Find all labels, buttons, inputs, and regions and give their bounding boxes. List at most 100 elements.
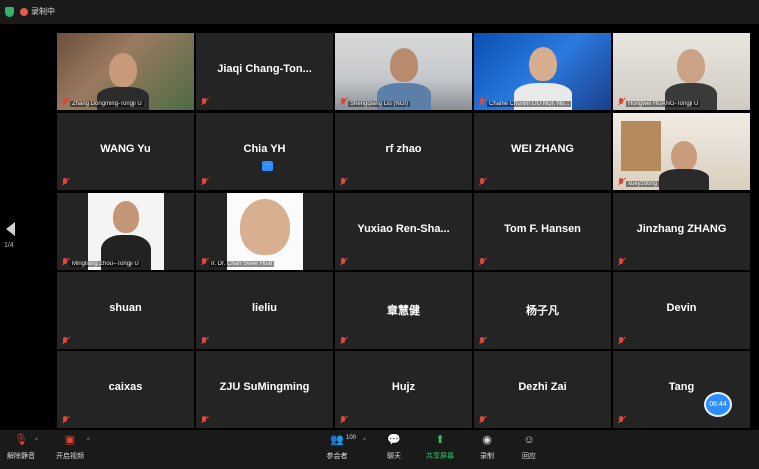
mic-muted-icon (339, 258, 347, 266)
page-nav[interactable]: 1/4 (4, 222, 18, 256)
participant-tile[interactable]: xueyzdong (613, 113, 750, 190)
mic-muted-icon (478, 337, 486, 345)
participant-tile[interactable]: Jiaqi Chang-Ton... (196, 33, 333, 110)
participant-tile[interactable]: ZJU SuMingming (196, 351, 333, 428)
participant-tile[interactable]: caixas (57, 351, 194, 428)
participant-tile[interactable]: Ir. Dr. Chan Swee Huat (196, 193, 333, 270)
participant-tile[interactable]: Jinzhang ZHANG (613, 193, 750, 270)
participant-name: Shengqiang Liu (NGI) (348, 101, 411, 107)
participant-tile[interactable]: rf zhao (335, 113, 472, 190)
top-bar: 录制中 (0, 0, 759, 24)
bookshelf (621, 121, 661, 171)
share-screen-button[interactable]: ⬆ 共享屏幕 (422, 434, 458, 466)
mic-muted-icon (200, 98, 208, 106)
mic-muted-icon: 🎙 (14, 434, 28, 446)
participant-tile[interactable]: Devin (613, 272, 750, 349)
participant-tile-active-speaker[interactable]: Charlie Chunlin LIU NGI, No... (474, 33, 611, 110)
participant-name: Jiaqi Chang-Ton... (217, 63, 312, 75)
participant-name: xueyzdong (626, 181, 660, 187)
participant-tile[interactable]: WEI ZHANG (474, 113, 611, 190)
shield-icon[interactable] (5, 7, 14, 17)
participant-count: 100 (346, 435, 357, 441)
participant-tile[interactable]: Tang (613, 351, 750, 428)
timer-badge[interactable]: 06:44 (704, 392, 732, 417)
mic-muted-icon (339, 98, 347, 106)
mic-muted-icon (617, 416, 625, 424)
participant-name: Tom F. Hansen (504, 223, 581, 235)
mic-muted-icon (617, 337, 625, 345)
participant-tile[interactable]: Hongwei HUANG-Tongji U (613, 33, 750, 110)
chevron-up-icon[interactable]: ^ (87, 438, 90, 444)
mic-muted-icon (339, 337, 347, 345)
record-dot-icon (20, 8, 28, 16)
mic-muted-icon (478, 416, 486, 424)
chat-button[interactable]: 💬 聊天 (380, 434, 408, 466)
record-label: 录制 (480, 453, 494, 460)
mic-muted-icon (200, 178, 208, 186)
participant-tile[interactable]: WANG Yu (57, 113, 194, 190)
participant-tile[interactable]: Mingliang Zhou--Tongji U (57, 193, 194, 270)
participant-name: Yuxiao Ren-Sha... (357, 223, 450, 235)
mic-muted-icon (478, 98, 486, 106)
record-button[interactable]: ◉ 录制 (474, 434, 500, 466)
participant-name: Chia YH (243, 143, 286, 155)
mic-muted-icon (478, 258, 486, 266)
participant-name: WEI ZHANG (511, 143, 574, 155)
mic-muted-icon (61, 98, 69, 106)
participant-name: Dezhi Zai (518, 381, 567, 393)
participant-name: Mingliang Zhou--Tongji U (70, 261, 141, 267)
reactions-button[interactable]: ☺ 回应 (516, 434, 542, 466)
mic-muted-icon (61, 178, 69, 186)
chevron-left-icon[interactable] (6, 222, 15, 236)
mic-muted-icon (617, 258, 625, 266)
page-indicator: 1/4 (4, 242, 14, 249)
participant-tile[interactable]: Zhang Dongming-Tongji U (57, 33, 194, 110)
participant-name: Hongwei HUANG-Tongji U (626, 101, 701, 107)
chat-label: 聊天 (387, 453, 401, 460)
participant-tile[interactable]: 章慧健 (335, 272, 472, 349)
mic-muted-icon (339, 178, 347, 186)
chevron-up-icon[interactable]: ^ (35, 438, 38, 444)
participant-name: WANG Yu (100, 143, 151, 155)
participant-tile[interactable]: lieliu (196, 272, 333, 349)
participant-name: 杨子凡 (526, 305, 559, 317)
participant-name: Ir. Dr. Chan Swee Huat (209, 261, 275, 267)
chat-icon: 💬 (387, 434, 401, 446)
reactions-label: 回应 (522, 453, 536, 460)
participant-tile[interactable]: 杨子凡 (474, 272, 611, 349)
participant-tile[interactable]: shuan (57, 272, 194, 349)
share-screen-icon: ⬆ (435, 434, 445, 446)
mic-muted-icon (200, 416, 208, 424)
participant-tile[interactable]: Yuxiao Ren-Sha... (335, 193, 472, 270)
more-options-badge[interactable]: ··· (262, 161, 273, 171)
unmute-label: 解除静音 (7, 453, 35, 460)
participants-label: 参会者 (326, 453, 348, 460)
participant-name: shuan (109, 302, 142, 314)
meeting-toolbar: 🎙 解除静音 ^ ▣ 开启视频 ^ 👥 参会者 100 ^ 💬 聊天 ⬆ 共享屏… (0, 430, 759, 469)
record-icon: ◉ (482, 434, 492, 446)
participant-tile[interactable]: Chia YH (196, 113, 333, 190)
share-screen-label: 共享屏幕 (426, 453, 454, 460)
recording-label: 录制中 (31, 7, 55, 16)
participant-tile[interactable]: Dezhi Zai (474, 351, 611, 428)
unmute-button[interactable]: 🎙 解除静音 (4, 434, 38, 466)
mic-muted-icon (339, 416, 347, 424)
participant-name: caixas (108, 381, 143, 393)
chevron-up-icon[interactable]: ^ (363, 438, 366, 444)
participant-grid: Zhang Dongming-Tongji U Jiaqi Chang-Ton.… (57, 33, 751, 428)
participant-name: Zhang Dongming-Tongji U (70, 101, 144, 107)
video-off-icon: ▣ (64, 434, 76, 446)
start-video-button[interactable]: ▣ 开启视频 (53, 434, 87, 466)
mic-muted-icon (617, 98, 625, 106)
participant-tile[interactable]: Shengqiang Liu (NGI) (335, 33, 472, 110)
mic-muted-icon (61, 258, 69, 266)
participant-name: 章慧健 (387, 305, 420, 317)
participant-tile[interactable]: Hujz (335, 351, 472, 428)
participant-name: Devin (666, 302, 697, 314)
participant-name: Tang (668, 381, 695, 393)
mic-muted-icon (61, 337, 69, 345)
participant-name: ZJU SuMingming (219, 381, 310, 393)
participant-tile[interactable]: Tom F. Hansen (474, 193, 611, 270)
start-video-label: 开启视频 (56, 453, 84, 460)
participant-name: Charlie Chunlin LIU NGI, No... (487, 101, 572, 107)
